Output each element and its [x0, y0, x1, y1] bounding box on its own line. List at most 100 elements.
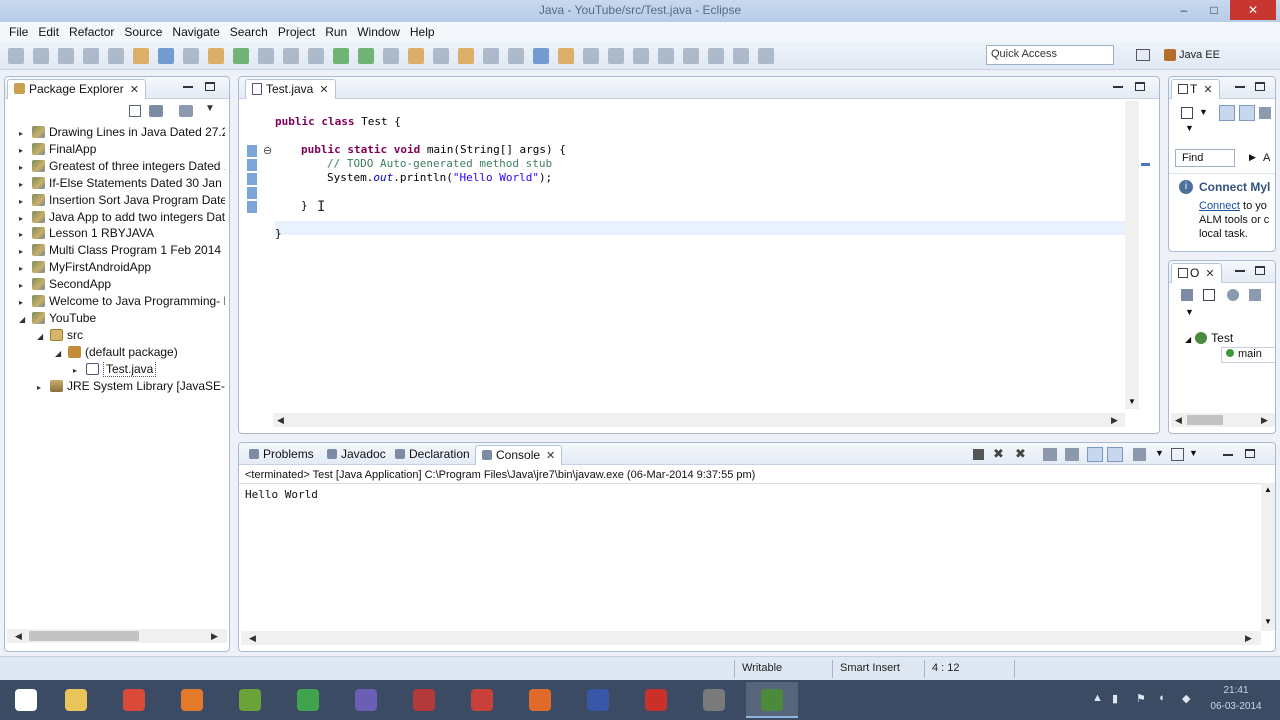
last-edit-icon[interactable]	[708, 48, 724, 64]
maximize-button[interactable]: □	[1200, 0, 1228, 20]
volume-icon[interactable]: ◖	[1158, 692, 1165, 704]
winrar-taskbar-button[interactable]	[398, 682, 450, 718]
tree-item[interactable]: ◢ (default package)	[55, 345, 225, 362]
minimize-view-icon[interactable]	[1113, 86, 1123, 88]
highlight-icon[interactable]	[558, 48, 574, 64]
show-hidden-icons-icon[interactable]: ▲	[1092, 692, 1103, 704]
expand-icon[interactable]: ▸	[19, 146, 29, 155]
collapse-all-icon[interactable]	[129, 105, 141, 117]
scheduled-icon[interactable]	[1239, 105, 1255, 121]
tree-item[interactable]: ▸ Drawing Lines in Java Dated 27.2.14	[19, 125, 225, 142]
show-stdout-icon[interactable]	[1087, 447, 1103, 462]
collapse-icon[interactable]: ◢	[55, 349, 65, 358]
tree-item[interactable]: ▸ FinalApp	[19, 142, 225, 159]
menu-help[interactable]: Help	[405, 25, 440, 39]
fold-marker-icon[interactable]: ⊖	[263, 144, 272, 157]
forward-icon[interactable]	[683, 48, 699, 64]
expand-icon[interactable]: ▸	[19, 214, 29, 223]
expand-icon[interactable]: ▸	[19, 197, 29, 206]
task-filter-all[interactable]: A	[1263, 152, 1270, 164]
close-icon[interactable]: ✕	[546, 450, 555, 462]
scroll-up-icon[interactable]: ▲	[1264, 485, 1272, 494]
external-tools-icon[interactable]	[408, 48, 424, 64]
expand-icon[interactable]: ▸	[19, 230, 29, 239]
dropdown-icon[interactable]	[33, 48, 49, 64]
firefox-taskbar-button[interactable]	[166, 682, 218, 718]
menu-edit[interactable]: Edit	[33, 25, 64, 39]
utorrent-taskbar-button[interactable]	[224, 682, 276, 718]
view-dropdown-icon[interactable]: ▼	[1185, 307, 1194, 317]
tab-task-list[interactable]: T ✕	[1171, 79, 1220, 99]
app-7-taskbar-button[interactable]	[456, 682, 508, 718]
menu-file[interactable]: File	[4, 25, 33, 39]
outline-item-test[interactable]: ◢ Test	[1185, 331, 1233, 345]
maximize-view-icon[interactable]	[1255, 266, 1265, 275]
tab-test-java[interactable]: Test.java ✕	[245, 79, 336, 99]
pin-editor-icon[interactable]	[533, 48, 549, 64]
app-10-taskbar-button[interactable]	[630, 682, 682, 718]
categorized-icon[interactable]	[1219, 105, 1235, 121]
taskbar-clock[interactable]: 21:41 06-03-2014	[1206, 683, 1266, 715]
tab-problems[interactable]: Problems	[243, 445, 320, 465]
link-with-editor-icon[interactable]	[149, 105, 163, 117]
tree-item[interactable]: ▸ Insertion Sort Java Program Dated	[19, 193, 225, 210]
app-9-taskbar-button[interactable]	[572, 682, 624, 718]
scroll-right-icon[interactable]: ▶	[211, 629, 218, 643]
expand-icon[interactable]: ▸	[19, 163, 29, 172]
menu-source[interactable]: Source	[119, 25, 167, 39]
open-console-icon[interactable]	[1171, 448, 1184, 461]
maximize-view-icon[interactable]	[205, 82, 215, 91]
tab-declaration[interactable]: Declaration	[389, 445, 476, 465]
new-class-icon[interactable]	[233, 48, 249, 64]
clear-console-icon[interactable]	[1043, 448, 1057, 461]
view-dropdown-icon[interactable]: ▼	[1185, 123, 1194, 133]
remove-launch-icon[interactable]: ✖	[993, 446, 1004, 462]
outline-hscroll[interactable]: ◀ ▶	[1171, 413, 1275, 427]
scroll-right-icon[interactable]: ▶	[1111, 413, 1118, 427]
pin-console-icon[interactable]	[1133, 448, 1146, 461]
show-whitespace-icon[interactable]	[608, 48, 624, 64]
hide-fields-icon[interactable]	[1227, 289, 1239, 301]
scroll-down-icon[interactable]: ▼	[1128, 397, 1136, 406]
save-icon[interactable]	[58, 48, 74, 64]
tree-item[interactable]: ▸ JRE System Library [JavaSE-1.7]	[37, 379, 225, 396]
navigate-icon[interactable]	[733, 48, 749, 64]
console-vscroll[interactable]: ▲ ▼	[1261, 483, 1275, 631]
next-annotation-icon[interactable]	[483, 48, 499, 64]
display-console-dropdown-icon[interactable]: ▼	[1155, 448, 1164, 458]
tree-item[interactable]: ▸ Multi Class Program 1 Feb 2014	[19, 243, 225, 260]
remove-all-icon[interactable]: ✖	[1015, 446, 1026, 462]
close-icon[interactable]: ✕	[1203, 84, 1212, 96]
editor-vscroll[interactable]: ▼	[1125, 101, 1139, 409]
expand-icon[interactable]: ▸	[19, 129, 29, 138]
tree-item[interactable]: ◢ src	[37, 328, 225, 345]
tree-item[interactable]: ▸ SecondApp	[19, 277, 225, 294]
expand-icon[interactable]: ▸	[37, 383, 47, 392]
collapse-icon[interactable]: ◢	[19, 315, 29, 324]
tab-package-explorer[interactable]: Package Explorer ✕	[7, 79, 146, 99]
quick-access-input[interactable]: Quick Access	[986, 45, 1114, 65]
toggle-mark-icon[interactable]	[458, 48, 474, 64]
scroll-left-icon[interactable]: ◀	[277, 413, 284, 427]
minimize-view-icon[interactable]	[1223, 454, 1233, 456]
dropdown-icon[interactable]	[383, 48, 399, 64]
network-icon[interactable]: ▮	[1112, 692, 1118, 705]
expand-icon[interactable]: ▸	[19, 264, 29, 273]
package-explorer-hscroll[interactable]: ◀ ▶	[7, 629, 227, 643]
new-wizard-icon[interactable]	[183, 48, 199, 64]
print-icon[interactable]	[108, 48, 124, 64]
tree-item[interactable]: ▸ MyFirstAndroidApp	[19, 260, 225, 277]
open-perspective-icon[interactable]	[1136, 49, 1150, 61]
outline-item-main[interactable]: main	[1221, 347, 1275, 363]
open-console-dropdown-icon[interactable]: ▼	[1189, 448, 1198, 458]
collapse-icon[interactable]: ◢	[37, 332, 47, 341]
debug-icon[interactable]	[333, 48, 349, 64]
open-type-icon[interactable]	[283, 48, 299, 64]
menu-refactor[interactable]: Refactor	[64, 25, 119, 39]
outline-toolbar-icon[interactable]	[1181, 289, 1193, 301]
minimize-view-icon[interactable]	[1235, 270, 1245, 272]
tab-outline[interactable]: O ✕	[1171, 263, 1222, 283]
dropdown-icon[interactable]	[258, 48, 274, 64]
qt-creator-taskbar-button[interactable]	[282, 682, 334, 718]
tree-item[interactable]: ▸ Greatest of three integers Dated 1 F	[19, 159, 225, 176]
